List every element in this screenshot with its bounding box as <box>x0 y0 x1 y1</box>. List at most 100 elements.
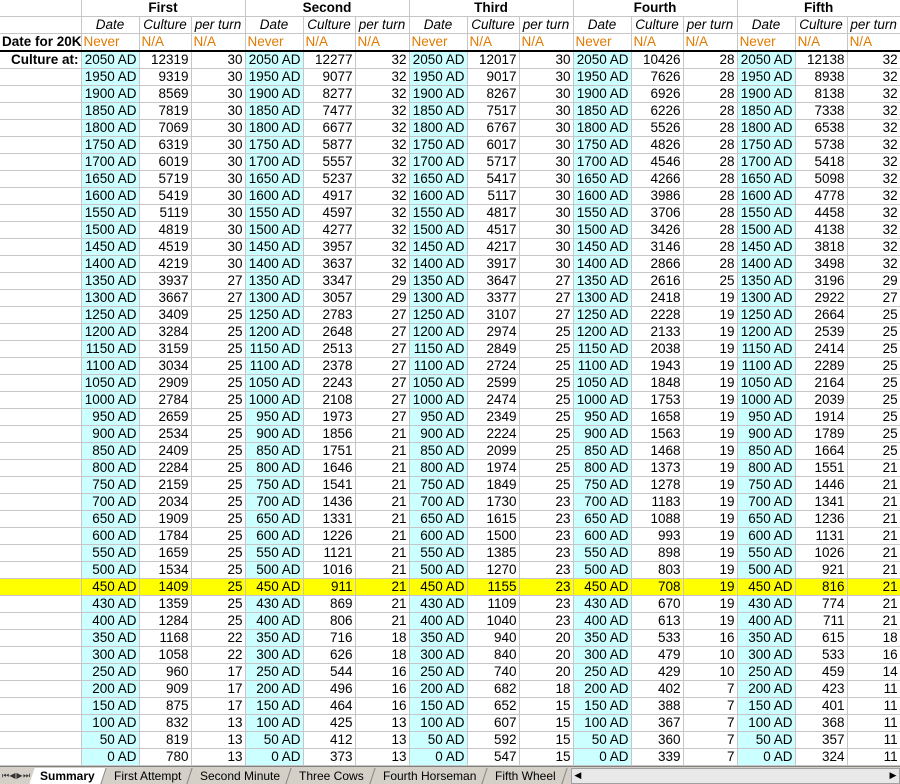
date-cell[interactable]: 1550 AD <box>409 204 468 222</box>
culture-cell[interactable]: 5738 <box>795 136 848 154</box>
per-turn-cell[interactable]: 19 <box>683 527 738 545</box>
culture-cell[interactable]: 9077 <box>303 68 356 86</box>
date-cell[interactable]: 1450 AD <box>573 238 632 256</box>
per-turn-cell[interactable]: 30 <box>519 136 574 154</box>
per-turn-cell[interactable]: 27 <box>519 289 574 307</box>
per-turn-cell[interactable]: 20 <box>519 646 574 664</box>
culture-cell[interactable]: 1278 <box>631 476 684 494</box>
culture-cell[interactable]: 1541 <box>303 476 356 494</box>
date-cell[interactable]: 1000 AD <box>573 391 632 409</box>
row-label-cell[interactable] <box>0 544 82 562</box>
culture-cell[interactable]: 533 <box>795 646 848 664</box>
date-cell[interactable]: 430 AD <box>573 595 632 613</box>
date-cell[interactable]: 2050 AD <box>737 51 796 69</box>
date-cell[interactable]: 900 AD <box>409 425 468 443</box>
date-cell[interactable]: 400 AD <box>737 612 796 630</box>
per-turn-cell[interactable]: 27 <box>519 272 574 290</box>
per-turn-cell[interactable]: 25 <box>191 476 246 494</box>
culture-cell[interactable]: 8267 <box>467 85 520 103</box>
date-cell[interactable]: 0 AD <box>573 748 632 766</box>
date-cell[interactable]: 250 AD <box>573 663 632 681</box>
culture-cell[interactable]: 1121 <box>303 544 356 562</box>
date-cell[interactable]: 1850 AD <box>245 102 304 120</box>
culture-cell[interactable]: 324 <box>795 748 848 766</box>
date-cell[interactable]: 750 AD <box>737 476 796 494</box>
date-cell[interactable]: 850 AD <box>409 442 468 460</box>
date-cell[interactable]: 700 AD <box>81 493 140 511</box>
culture-cell[interactable]: 3034 <box>139 357 192 375</box>
sub-header-cell[interactable]: per turn <box>355 16 410 34</box>
culture-cell[interactable]: 4517 <box>467 221 520 239</box>
per-turn-cell[interactable]: 30 <box>519 119 574 137</box>
date-cell[interactable]: 1650 AD <box>737 170 796 188</box>
culture-cell[interactable]: 2648 <box>303 323 356 341</box>
date-cell[interactable]: 250 AD <box>409 663 468 681</box>
date-cell[interactable]: 1850 AD <box>409 102 468 120</box>
row-label-cell[interactable] <box>0 187 82 205</box>
date-cell[interactable]: 1550 AD <box>573 204 632 222</box>
sub-header-cell[interactable]: Culture <box>795 16 848 34</box>
per-turn-cell[interactable]: 23 <box>519 527 574 545</box>
date-cell[interactable]: 650 AD <box>245 510 304 528</box>
per-turn-cell[interactable]: 25 <box>847 391 900 409</box>
date-cell[interactable]: 1850 AD <box>573 102 632 120</box>
date-cell[interactable]: 400 AD <box>573 612 632 630</box>
row-label-cell[interactable] <box>0 527 82 545</box>
date-cell[interactable]: 550 AD <box>573 544 632 562</box>
per-turn-cell[interactable]: 27 <box>191 272 246 290</box>
culture-cell[interactable]: 4277 <box>303 221 356 239</box>
culture-cell[interactable]: 1040 <box>467 612 520 630</box>
date-cell[interactable]: 850 AD <box>573 442 632 460</box>
date-cell[interactable]: 430 AD <box>737 595 796 613</box>
per-turn-cell[interactable]: 21 <box>847 510 900 528</box>
per-turn-cell[interactable]: 30 <box>191 102 246 120</box>
date-cell[interactable]: 2050 AD <box>573 51 632 69</box>
date-cell[interactable]: 350 AD <box>737 629 796 647</box>
date-20k-value[interactable]: N/A <box>683 33 738 52</box>
culture-cell[interactable]: 8277 <box>303 85 356 103</box>
culture-cell[interactable]: 4597 <box>303 204 356 222</box>
date-cell[interactable]: 1350 AD <box>245 272 304 290</box>
per-turn-cell[interactable]: 32 <box>355 187 410 205</box>
per-turn-cell[interactable]: 21 <box>847 493 900 511</box>
date-cell[interactable]: 1800 AD <box>409 119 468 137</box>
culture-cell[interactable]: 1664 <box>795 442 848 460</box>
group-header-fifth[interactable]: Fifth <box>737 0 900 17</box>
per-turn-cell[interactable]: 28 <box>683 187 738 205</box>
date-cell[interactable]: 1600 AD <box>409 187 468 205</box>
date-cell[interactable]: 200 AD <box>573 680 632 698</box>
culture-cell[interactable]: 5719 <box>139 170 192 188</box>
date-cell[interactable]: 1250 AD <box>81 306 140 324</box>
date-cell[interactable]: 1650 AD <box>409 170 468 188</box>
per-turn-cell[interactable]: 28 <box>683 255 738 273</box>
culture-cell[interactable]: 2038 <box>631 340 684 358</box>
culture-cell[interactable]: 2224 <box>467 425 520 443</box>
per-turn-cell[interactable]: 25 <box>191 612 246 630</box>
per-turn-cell[interactable]: 32 <box>355 221 410 239</box>
per-turn-cell[interactable]: 32 <box>355 153 410 171</box>
per-turn-cell[interactable]: 13 <box>191 714 246 732</box>
per-turn-cell[interactable]: 28 <box>683 238 738 256</box>
culture-cell[interactable]: 7477 <box>303 102 356 120</box>
group-header-fourth[interactable]: Fourth <box>573 0 738 17</box>
row-label-cell[interactable] <box>0 340 82 358</box>
culture-cell[interactable]: 708 <box>631 578 684 596</box>
culture-cell[interactable]: 2724 <box>467 357 520 375</box>
culture-cell[interactable]: 3107 <box>467 306 520 324</box>
per-turn-cell[interactable]: 25 <box>191 357 246 375</box>
date-cell[interactable]: 1650 AD <box>573 170 632 188</box>
date-cell[interactable]: 1050 AD <box>81 374 140 392</box>
culture-cell[interactable]: 4817 <box>467 204 520 222</box>
culture-cell[interactable]: 1183 <box>631 493 684 511</box>
culture-cell[interactable]: 5119 <box>139 204 192 222</box>
culture-cell[interactable]: 4266 <box>631 170 684 188</box>
date-cell[interactable]: 1750 AD <box>245 136 304 154</box>
per-turn-cell[interactable]: 25 <box>191 510 246 528</box>
culture-cell[interactable]: 1284 <box>139 612 192 630</box>
row-label-cell[interactable] <box>0 612 82 630</box>
per-turn-cell[interactable]: 16 <box>847 646 900 664</box>
per-turn-cell[interactable]: 29 <box>847 272 900 290</box>
date-cell[interactable]: 500 AD <box>573 561 632 579</box>
per-turn-cell[interactable]: 21 <box>355 578 410 596</box>
date-cell[interactable]: 1000 AD <box>409 391 468 409</box>
